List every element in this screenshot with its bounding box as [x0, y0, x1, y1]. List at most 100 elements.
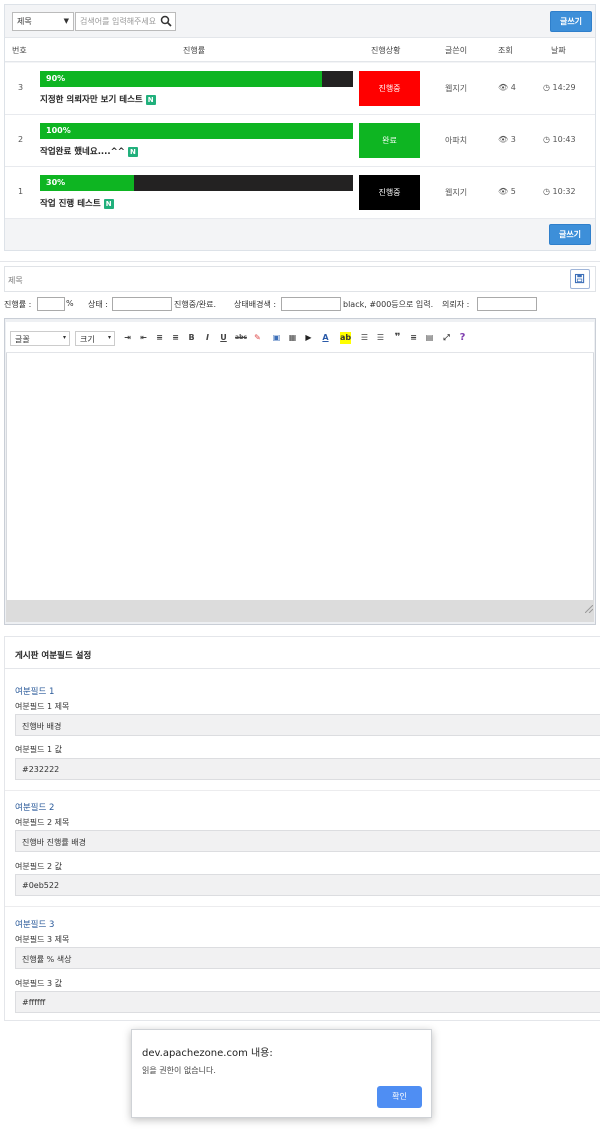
ordered-list-icon[interactable]: ☰ [359, 332, 370, 344]
font-dropdown-label: 글꼴 [15, 335, 30, 344]
align-left-icon[interactable]: ≡ [154, 332, 165, 344]
new-badge: N [145, 94, 156, 105]
settings-title: 게시판 여분필드 설정 [15, 651, 92, 661]
divider [5, 790, 600, 791]
progress-bar: 30% [40, 175, 353, 191]
author-name[interactable]: 웹지기 [445, 187, 467, 198]
search-placeholder: 검색어를 입력해주세요 [80, 17, 157, 26]
extra-field-title-value: 진행바 진행률 배경 [22, 838, 86, 847]
write-button-top[interactable]: 글쓰기 [550, 11, 592, 32]
extra-field-title-input[interactable]: 진행바 배경 [15, 714, 600, 736]
subject-input[interactable]: 제목 [4, 266, 596, 292]
extra-field-value-input[interactable]: #ffffff [15, 991, 600, 1013]
state-hint: 진행중/완료. [174, 300, 217, 309]
fullscreen-icon[interactable]: ⤢ [441, 332, 452, 344]
image-icon[interactable]: ▣ [271, 332, 282, 344]
resize-handle-icon[interactable] [585, 605, 593, 613]
table-row[interactable]: 1 30% 작업 진행 테스트 N 진행중 웹지기 👁 5 ◷ 10:32 [5, 167, 595, 219]
extra-field-value-input[interactable]: #0eb522 [15, 874, 600, 896]
horizontal-rule-icon[interactable]: ≡ [408, 332, 419, 344]
new-badge: N [103, 198, 114, 209]
editor-content-area[interactable] [6, 322, 594, 622]
quote-icon[interactable]: ❞ [392, 332, 403, 344]
extra-field-title-input[interactable]: 진행바 진행률 배경 [15, 830, 600, 852]
unordered-list-icon[interactable]: ☰ [375, 332, 386, 344]
editor-statusbar [6, 600, 594, 622]
author-name[interactable]: 웹지기 [445, 83, 467, 94]
views-value: 3 [510, 135, 516, 144]
underline-icon[interactable]: U [218, 332, 229, 344]
col-author: 글쓴이 [445, 46, 468, 55]
views-count: 👁 4 [498, 83, 516, 92]
progress-input[interactable] [37, 297, 65, 311]
extra-field-title-value: 진행바 배경 [22, 722, 62, 731]
save-button[interactable] [570, 269, 590, 289]
search-field-select-value: 제목 [17, 17, 32, 26]
client-label: 의뢰자 : [442, 300, 470, 309]
status-badge: 진행중 [359, 175, 420, 210]
status-bg-input[interactable] [281, 297, 341, 311]
extra-field-value: #ffffff [22, 998, 46, 1007]
eye-icon: 👁 [498, 187, 509, 196]
strikethrough-icon[interactable]: abc [234, 332, 248, 344]
italic-icon[interactable]: I [202, 332, 213, 344]
status-badge: 진행중 [359, 71, 420, 106]
font-color-icon[interactable]: A [320, 332, 331, 344]
col-number: 번호 [12, 46, 27, 55]
post-date: ◷ 10:43 [543, 135, 576, 144]
search-icon[interactable] [160, 15, 172, 27]
search-field-select[interactable]: 제목 ▼ [12, 12, 74, 31]
table-row[interactable]: 3 90% 지정한 의뢰자만 보기 테스트 N 진행중 웹지기 👁 4 ◷ 14:… [5, 63, 595, 115]
state-input[interactable] [112, 297, 172, 311]
settings-header: 게시판 여분필드 설정 [5, 637, 600, 669]
ok-button[interactable]: 확인 [377, 1086, 422, 1108]
dialog-message: 읽을 권한이 없습니다. [142, 1066, 216, 1075]
state-label: 상태 : [88, 300, 108, 309]
size-dropdown[interactable]: 크기 ▾ [75, 331, 115, 346]
extra-field-value-label: 여분필드 2 값 [15, 862, 62, 871]
post-title-link[interactable]: 작업완료 했네요....^^ N [40, 145, 138, 157]
extra-field-value-input[interactable]: #232222 [15, 758, 600, 780]
post-title-link[interactable]: 작업 진행 테스트 N [40, 197, 114, 209]
clock-icon: ◷ [543, 187, 550, 196]
extra-fields-settings: 게시판 여분필드 설정 여분필드 1 여분필드 1 제목 진행바 배경 여분필드… [4, 636, 600, 1021]
bold-icon[interactable]: B [186, 332, 197, 344]
help-icon[interactable]: ? [457, 332, 468, 344]
extra-field-group-title: 여분필드 1 [15, 687, 55, 697]
post-title-link[interactable]: 지정한 의뢰자만 보기 테스트 N [40, 93, 156, 105]
views-count: 👁 5 [498, 187, 516, 196]
client-input[interactable] [477, 297, 537, 311]
extra-fields-line: 진행률 : % 상태 : 진행중/완료. 상태배경색 : black, #000… [4, 297, 596, 313]
progress-fill: 90% [40, 71, 322, 87]
progress-fill: 30% [40, 175, 134, 191]
table-icon[interactable]: ▦ [287, 332, 298, 344]
eye-icon: 👁 [498, 83, 509, 92]
indent-icon[interactable]: ⇥ [122, 332, 133, 344]
board-list-panel: 제목 ▼ 검색어를 입력해주세요 글쓰기 번호 진행률 진행상황 글쓴이 조회 … [4, 4, 596, 251]
extra-field-group-title: 여분필드 3 [15, 920, 55, 930]
row-number: 2 [18, 135, 24, 144]
highlight-icon[interactable]: ab [340, 332, 351, 344]
clock-icon: ◷ [543, 83, 550, 92]
extra-field-title-label: 여분필드 2 제목 [15, 818, 70, 827]
alert-dialog: dev.apachezone.com 내용: 읽을 권한이 없습니다. 확인 [131, 1029, 432, 1118]
video-icon[interactable]: ▶ [303, 332, 314, 344]
floppy-icon [574, 273, 585, 284]
table-row[interactable]: 2 100% 작업완료 했네요....^^ N 완료 아파치 👁 3 ◷ 10:4… [5, 115, 595, 167]
author-name[interactable]: 아파치 [445, 135, 467, 146]
row-number: 1 [18, 187, 24, 196]
eraser-icon[interactable]: ✎ [252, 332, 263, 344]
row-number: 3 [18, 83, 24, 92]
search-input[interactable]: 검색어를 입력해주세요 [75, 12, 176, 31]
post-date: ◷ 10:32 [543, 187, 576, 196]
align-right-icon[interactable]: ≡ [170, 332, 181, 344]
extra-field-title-input[interactable]: 진행률 % 색상 [15, 947, 600, 969]
outdent-icon[interactable]: ⇤ [138, 332, 149, 344]
new-badge: N [127, 146, 138, 157]
code-view-icon[interactable]: ▤ [424, 332, 435, 344]
post-date: ◷ 14:29 [543, 83, 576, 92]
post-title: 작업완료 했네요....^^ [40, 147, 125, 157]
write-button-bottom[interactable]: 글쓰기 [549, 224, 591, 245]
font-dropdown[interactable]: 글꼴 ▾ [10, 331, 70, 346]
dialog-title: dev.apachezone.com 내용: [142, 1048, 273, 1059]
